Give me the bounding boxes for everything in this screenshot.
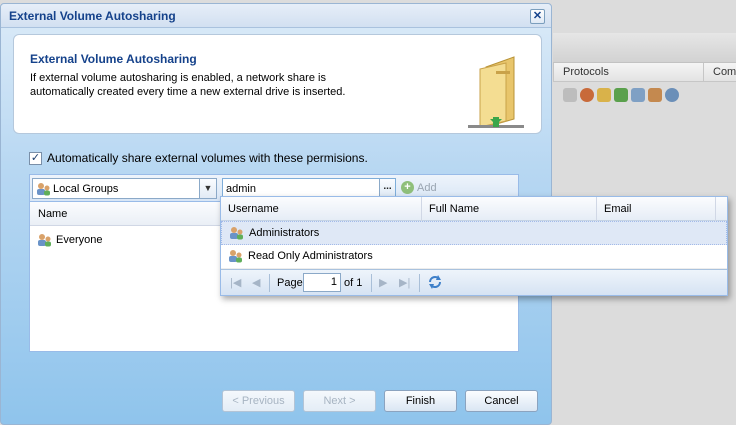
last-page-icon[interactable]: ▶| [399,276,410,289]
group-type-select[interactable]: Local Groups ▼ [32,178,217,199]
folder-share-icon [468,56,524,128]
next-page-icon[interactable]: ▶ [379,276,387,289]
protocols-column-header[interactable]: Protocols [553,63,703,82]
background-grid-header: Protocols Comm [553,63,736,82]
add-button[interactable]: + Add [401,181,437,194]
pager-separator [269,274,270,292]
dialog-titlebar[interactable]: External Volume Autosharing ✕ [1,4,551,28]
group-type-value: Local Groups [53,183,119,195]
nfs-icon [597,88,611,102]
users-icon [648,88,662,102]
autoshare-checkbox-row[interactable]: ✓ Automatically share external volumes w… [29,151,368,165]
pager-separator [419,274,420,292]
add-icon: + [401,181,414,194]
user-search-value: admin [226,183,256,195]
chevron-down-icon[interactable]: ▼ [199,179,216,198]
protocol-icons [563,88,679,102]
name-column-header[interactable]: Name [38,208,67,220]
page-number-input[interactable]: 1 [303,273,341,292]
username-cell: Read Only Administrators [248,250,373,262]
group-icon [230,227,243,240]
pagination-toolbar: |◀ ◀ Page 1 of 1 ▶ ▶| [221,269,727,295]
user-picker-dropdown: Username Full Name Email Administrators … [220,196,728,296]
finish-button[interactable]: Finish [384,390,457,412]
info-title: External Volume Autosharing [30,52,197,66]
comments-column-header[interactable]: Comm [703,63,736,82]
username-column-header[interactable]: Username [221,197,422,221]
list-item[interactable]: Read Only Administrators [221,245,727,269]
add-button-label: Add [417,181,437,194]
webdav-icon [631,88,645,102]
picker-header: Username Full Name Email [221,197,727,221]
background-toolbar [553,33,736,63]
list-item[interactable]: Administrators [221,221,727,245]
info-text: If external volume autosharing is enable… [30,72,346,98]
group-icon [37,183,50,196]
autoshare-checkbox[interactable]: ✓ [29,151,42,165]
fullname-column-header[interactable]: Full Name [422,197,597,221]
previous-button[interactable]: < Previous [222,390,295,412]
page-label: Page [277,277,303,289]
apple-icon [563,88,577,102]
first-page-icon[interactable]: |◀ [230,276,241,289]
autoshare-checkbox-label[interactable]: Automatically share external volumes wit… [47,151,368,165]
row-name: Everyone [56,234,103,246]
dialog-title: External Volume Autosharing [9,9,176,23]
email-column-header[interactable]: Email [597,197,716,221]
rsync-icon [614,88,628,102]
page-count-label: of 1 [344,277,363,289]
next-button[interactable]: Next > [303,390,376,412]
username-cell: Administrators [249,227,320,239]
pager-separator [371,274,372,292]
cancel-button[interactable]: Cancel [465,390,538,412]
group-icon [38,234,51,247]
close-icon[interactable]: ✕ [530,9,545,24]
ftp-icon [580,88,594,102]
search-icon [665,88,679,102]
refresh-icon[interactable] [427,274,443,290]
info-box: External Volume Autosharing If external … [13,34,542,134]
prev-page-icon[interactable]: ◀ [252,276,260,289]
group-icon [229,250,242,263]
